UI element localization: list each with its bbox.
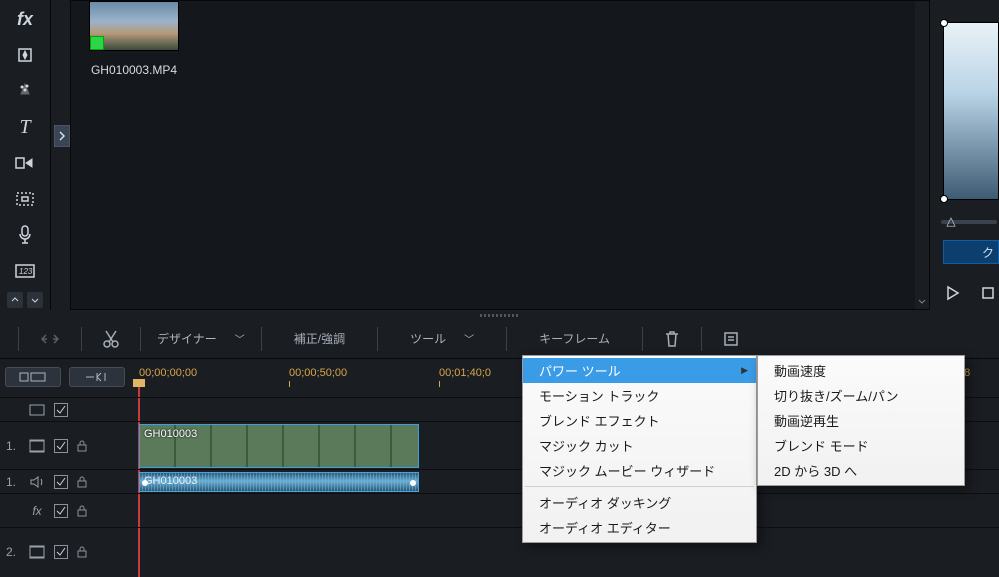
chapter-tool-icon[interactable]: 123 [7, 254, 43, 288]
track-lock-icon[interactable] [76, 475, 90, 489]
timeline-view-button[interactable] [5, 367, 61, 387]
sparkle-tool-icon[interactable] [7, 38, 43, 72]
menu-item-audio-editor[interactable]: オーディオ エディター [523, 515, 756, 540]
audio-clip-label: GH010003 [144, 475, 197, 487]
vertical-separator [50, 0, 51, 310]
menu-item-video-speed[interactable]: 動画速度 [758, 358, 964, 383]
designer-label: デザイナー [157, 330, 217, 347]
media-clip-thumbnail [89, 1, 179, 51]
tool-nav-down-icon[interactable] [27, 292, 43, 308]
audio-track-1-head: 1. [0, 469, 135, 493]
preview-image[interactable] [943, 22, 999, 200]
track-enable-checkbox[interactable] [54, 504, 68, 518]
panel-resize-grip[interactable] [0, 311, 999, 319]
cut-scissors-icon[interactable] [92, 325, 130, 353]
menu-item-2d-to-3d[interactable]: 2D から 3D へ [758, 458, 964, 483]
track-lock-icon[interactable] [76, 439, 90, 453]
text-tool-icon[interactable]: T [7, 110, 43, 144]
ruler-mark-label: 00;00;00;00 [139, 367, 197, 379]
keyframe-button[interactable]: キーフレーム [517, 325, 632, 353]
menu-item-motion-track[interactable]: モーション トラック [523, 383, 756, 408]
fx-track-head: fx [0, 493, 135, 527]
keyframe-label: キーフレーム [539, 330, 610, 347]
transition-tool-icon[interactable] [7, 146, 43, 180]
video-clip-label: GH010003 [144, 428, 197, 440]
preview-controls: △ ク [939, 210, 999, 310]
panel-expand-button[interactable] [54, 125, 70, 147]
resize-handle-icon[interactable] [940, 195, 948, 203]
tool-nav-up-icon[interactable] [7, 292, 23, 308]
delete-trash-icon[interactable] [653, 325, 691, 353]
menu-item-blend-effect[interactable]: ブレンド エフェクト [523, 408, 756, 433]
timeline-toolbar: デザイナー ﹀ 補正/強調 ツール ﹀ キーフレーム [0, 319, 999, 359]
video-track-1-head: 1. [0, 421, 135, 469]
menu-item-blend-mode[interactable]: ブレンド モード [758, 433, 964, 458]
video-track-icon[interactable] [28, 437, 46, 455]
slider-knob-icon[interactable]: △ [944, 214, 958, 228]
tool-strip-nav [7, 292, 43, 308]
chevron-down-icon: ﹀ [464, 331, 474, 346]
play-button-icon[interactable] [941, 282, 963, 304]
video-track-2-head: 2. [0, 527, 135, 575]
trim-horizontal-icon[interactable] [29, 325, 71, 353]
track-lock-icon[interactable] [76, 545, 90, 559]
menu-item-magic-movie[interactable]: マジック ムービー ウィザード [523, 458, 756, 483]
menu-separator [525, 486, 754, 487]
menu-item-audio-ducking[interactable]: オーディオ ダッキング [523, 490, 756, 515]
stop-button-icon[interactable] [977, 282, 999, 304]
frame-tool-icon[interactable] [7, 182, 43, 216]
video-track-icon[interactable] [28, 543, 46, 561]
track-number: 1. [6, 439, 20, 453]
audio-clip[interactable]: GH010003 [139, 472, 419, 492]
track-enable-checkbox[interactable] [54, 475, 68, 489]
audio-track-icon[interactable] [28, 473, 46, 491]
mic-tool-icon[interactable] [7, 218, 43, 252]
track-options-head [0, 397, 135, 421]
track-number: 1. [6, 475, 20, 489]
tools-dropdown[interactable]: ツール ﹀ [388, 330, 496, 347]
track-enable-checkbox[interactable] [54, 545, 68, 559]
scroll-down-icon[interactable] [917, 297, 927, 307]
track-enable-checkbox[interactable] [54, 439, 68, 453]
resize-handle-icon[interactable] [940, 19, 948, 27]
tools-label: ツール [410, 330, 446, 347]
track-number: 2. [6, 545, 20, 559]
ruler-mark-label: 00;01;40;0 [439, 367, 491, 379]
left-tool-strip: fx T 123 [0, 0, 50, 310]
power-tool-submenu: 動画速度 切り抜き/ズーム/パン 動画逆再生 ブレンド モード 2D から 3D… [757, 355, 965, 486]
fx-tool-icon[interactable]: fx [7, 2, 43, 36]
menu-item-power-tool[interactable]: パワー ツール [523, 358, 756, 383]
preview-panel: △ ク [939, 0, 999, 310]
timeline-snap-button[interactable] [69, 367, 125, 387]
particle-tool-icon[interactable] [7, 74, 43, 108]
track-enable-checkbox[interactable] [54, 403, 68, 417]
menu-item-reverse[interactable]: 動画逆再生 [758, 408, 964, 433]
track-display-icon[interactable] [28, 401, 46, 419]
media-clip-name: GH010003.MP4 [89, 63, 179, 77]
clip-handle-icon[interactable] [142, 480, 148, 486]
fix-enhance-label: 補正/強調 [294, 330, 345, 347]
ruler-mark-label: 00;00;50;00 [289, 367, 347, 379]
clip-handle-icon[interactable] [410, 480, 416, 486]
svg-text:123: 123 [19, 267, 33, 276]
media-clip-item[interactable]: GH010003.MP4 [89, 1, 179, 77]
media-library-panel: GH010003.MP4 [70, 0, 930, 310]
track-lock-icon[interactable] [76, 504, 90, 518]
media-scrollbar[interactable] [915, 1, 929, 309]
fix-enhance-button[interactable]: 補正/強調 [272, 325, 367, 353]
more-options-icon[interactable] [712, 325, 750, 353]
menu-item-magic-cut[interactable]: マジック カット [523, 433, 756, 458]
chevron-down-icon: ﹀ [235, 331, 245, 346]
tools-context-menu: パワー ツール モーション トラック ブレンド エフェクト マジック カット マ… [522, 355, 757, 543]
video-clip[interactable]: GH010003 [139, 424, 419, 468]
clip-used-badge-icon [90, 36, 104, 50]
fx-track-icon[interactable]: fx [28, 502, 46, 520]
preview-mode-button[interactable]: ク [943, 240, 999, 264]
designer-dropdown[interactable]: デザイナー ﹀ [151, 330, 251, 347]
menu-item-crop-zoom-pan[interactable]: 切り抜き/ズーム/パン [758, 383, 964, 408]
